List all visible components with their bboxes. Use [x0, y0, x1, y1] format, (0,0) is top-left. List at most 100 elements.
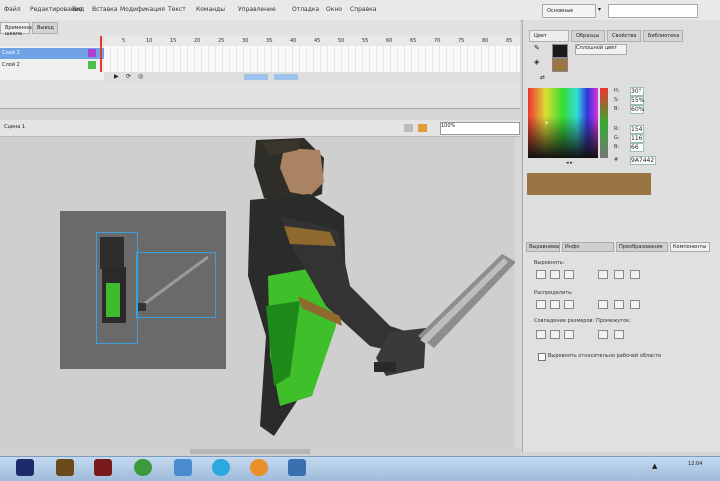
workspace-switcher[interactable]: Основные: [542, 4, 596, 18]
tab-color[interactable]: Цвет: [529, 30, 569, 42]
blue-label: B:: [614, 144, 620, 150]
onion-skin-icon[interactable]: ◎: [138, 73, 143, 80]
align-bottom-button[interactable]: [630, 270, 640, 279]
distribute-hcenter-button[interactable]: [614, 300, 624, 309]
match-height-button[interactable]: [550, 330, 560, 339]
frame-number: 80: [482, 38, 489, 44]
layer-row[interactable]: Слой 2: [0, 60, 104, 71]
saturation-field[interactable]: 55%: [630, 96, 644, 105]
menu-file[interactable]: Файл: [4, 6, 21, 13]
align-top-button[interactable]: [598, 270, 608, 279]
space-vertical-button[interactable]: [598, 330, 608, 339]
frame-number: 55: [362, 38, 369, 44]
menu-window[interactable]: Окно: [326, 6, 342, 13]
stroke-color-swatch[interactable]: [552, 58, 568, 72]
tab-transform[interactable]: Преобразование: [616, 242, 668, 252]
frame-grid[interactable]: [104, 46, 520, 72]
blue-field[interactable]: 66: [630, 143, 644, 152]
scrollbar-thumb[interactable]: [190, 449, 310, 454]
time-readout[interactable]: [274, 74, 298, 80]
flash-icon[interactable]: [56, 459, 74, 476]
scene-label[interactable]: Сцена 1: [4, 124, 25, 130]
menu-text[interactable]: Текст: [168, 6, 186, 13]
swap-colors-icon[interactable]: ⇄: [540, 74, 545, 81]
brightness-field[interactable]: 60%: [630, 105, 644, 114]
frame-number: 50: [338, 38, 345, 44]
tab-align[interactable]: Выравнивание: [526, 242, 560, 252]
menu-commands[interactable]: Команды: [196, 6, 225, 13]
distribute-top-button[interactable]: [536, 300, 546, 309]
align-hcenter-button[interactable]: [550, 270, 560, 279]
zoom-select[interactable]: 100%: [440, 122, 520, 135]
firefox-icon[interactable]: [250, 459, 268, 476]
layer-row[interactable]: Слой 1: [0, 48, 104, 59]
workspace-label: Основные: [547, 8, 574, 14]
stroke-pencil-icon[interactable]: ✎: [534, 44, 540, 52]
edit-scene-icon[interactable]: [418, 124, 427, 132]
align-right-button[interactable]: [564, 270, 574, 279]
menu-modify[interactable]: Модификация: [120, 6, 165, 13]
tab-components[interactable]: Компоненты: [670, 242, 710, 252]
menu-insert[interactable]: Вставка: [92, 6, 117, 13]
color-picker-field[interactable]: [528, 88, 598, 158]
frame-number: 60: [386, 38, 393, 44]
playhead[interactable]: [100, 36, 102, 72]
distribute-vcenter-button[interactable]: [550, 300, 560, 309]
clock[interactable]: 12:04: [688, 461, 702, 467]
skype-icon[interactable]: [212, 459, 230, 476]
color-type-select[interactable]: Сплошной цвет: [575, 44, 627, 55]
timeline-controls: ▶ ⟳ ◎: [104, 72, 520, 82]
edit-symbol-icon[interactable]: [404, 124, 413, 132]
match-both-button[interactable]: [564, 330, 574, 339]
distribute-right-button[interactable]: [630, 300, 640, 309]
hue-label: H:: [614, 88, 620, 94]
character-artwork[interactable]: [240, 136, 520, 446]
explorer-icon[interactable]: [174, 459, 192, 476]
match-size-label: Совпадение размеров:: [534, 318, 595, 324]
play-icon[interactable]: ▶: [114, 73, 119, 80]
layer-list: Слой 1 Слой 2: [0, 46, 104, 80]
fill-color-swatch[interactable]: [552, 44, 568, 58]
loop-icon[interactable]: ⟳: [126, 73, 131, 80]
align-to-stage-checkbox[interactable]: [538, 353, 546, 361]
vertical-scrollbar[interactable]: [515, 137, 521, 448]
align-left-button[interactable]: [536, 270, 546, 279]
tab-library[interactable]: Библиотека: [643, 30, 683, 42]
frame-number: 10: [146, 38, 153, 44]
tray-flag-icon[interactable]: ▲: [652, 462, 657, 470]
distribute-bottom-button[interactable]: [564, 300, 574, 309]
distribute-left-button[interactable]: [598, 300, 608, 309]
illustrator-icon[interactable]: [94, 459, 112, 476]
selection-bounds: [136, 252, 216, 318]
green-field[interactable]: 116: [630, 134, 644, 143]
search-input[interactable]: [608, 4, 698, 18]
menu-debug[interactable]: Отладка: [292, 6, 319, 13]
layer-name: Слой 1: [2, 50, 20, 56]
tab-timeline[interactable]: Временная шкала: [0, 22, 34, 37]
frame-number: 65: [410, 38, 417, 44]
network-icon[interactable]: [288, 459, 306, 476]
fill-bucket-icon[interactable]: ◈: [534, 58, 539, 66]
tab-output[interactable]: Вывод: [32, 22, 58, 34]
hex-field[interactable]: 9A7442: [630, 156, 656, 165]
hue-slider-arrows-icon: ◂ ▸: [566, 160, 573, 166]
chrome-icon[interactable]: [134, 459, 152, 476]
fps-readout[interactable]: [244, 74, 268, 80]
space-label: Промежуток:: [596, 318, 631, 324]
menu-control[interactable]: Управление: [238, 6, 276, 13]
red-field[interactable]: 154: [630, 125, 644, 134]
menu-help[interactable]: Справка: [350, 6, 376, 13]
chevron-down-icon[interactable]: ▾: [598, 6, 601, 13]
start-icon[interactable]: [16, 459, 34, 476]
frame-number: 85: [506, 38, 513, 44]
tab-info[interactable]: Инфо: [562, 242, 614, 252]
space-horizontal-button[interactable]: [614, 330, 624, 339]
match-width-button[interactable]: [536, 330, 546, 339]
menu-view[interactable]: Вид: [72, 6, 84, 13]
hue-field[interactable]: 30°: [630, 87, 644, 96]
align-to-stage-label: Выровнять относительно рабочей области: [548, 353, 662, 359]
hue-slider[interactable]: [600, 88, 608, 158]
tab-swatches[interactable]: Образцы: [571, 30, 605, 42]
align-vcenter-button[interactable]: [614, 270, 624, 279]
tab-properties[interactable]: Свойства: [607, 30, 641, 42]
